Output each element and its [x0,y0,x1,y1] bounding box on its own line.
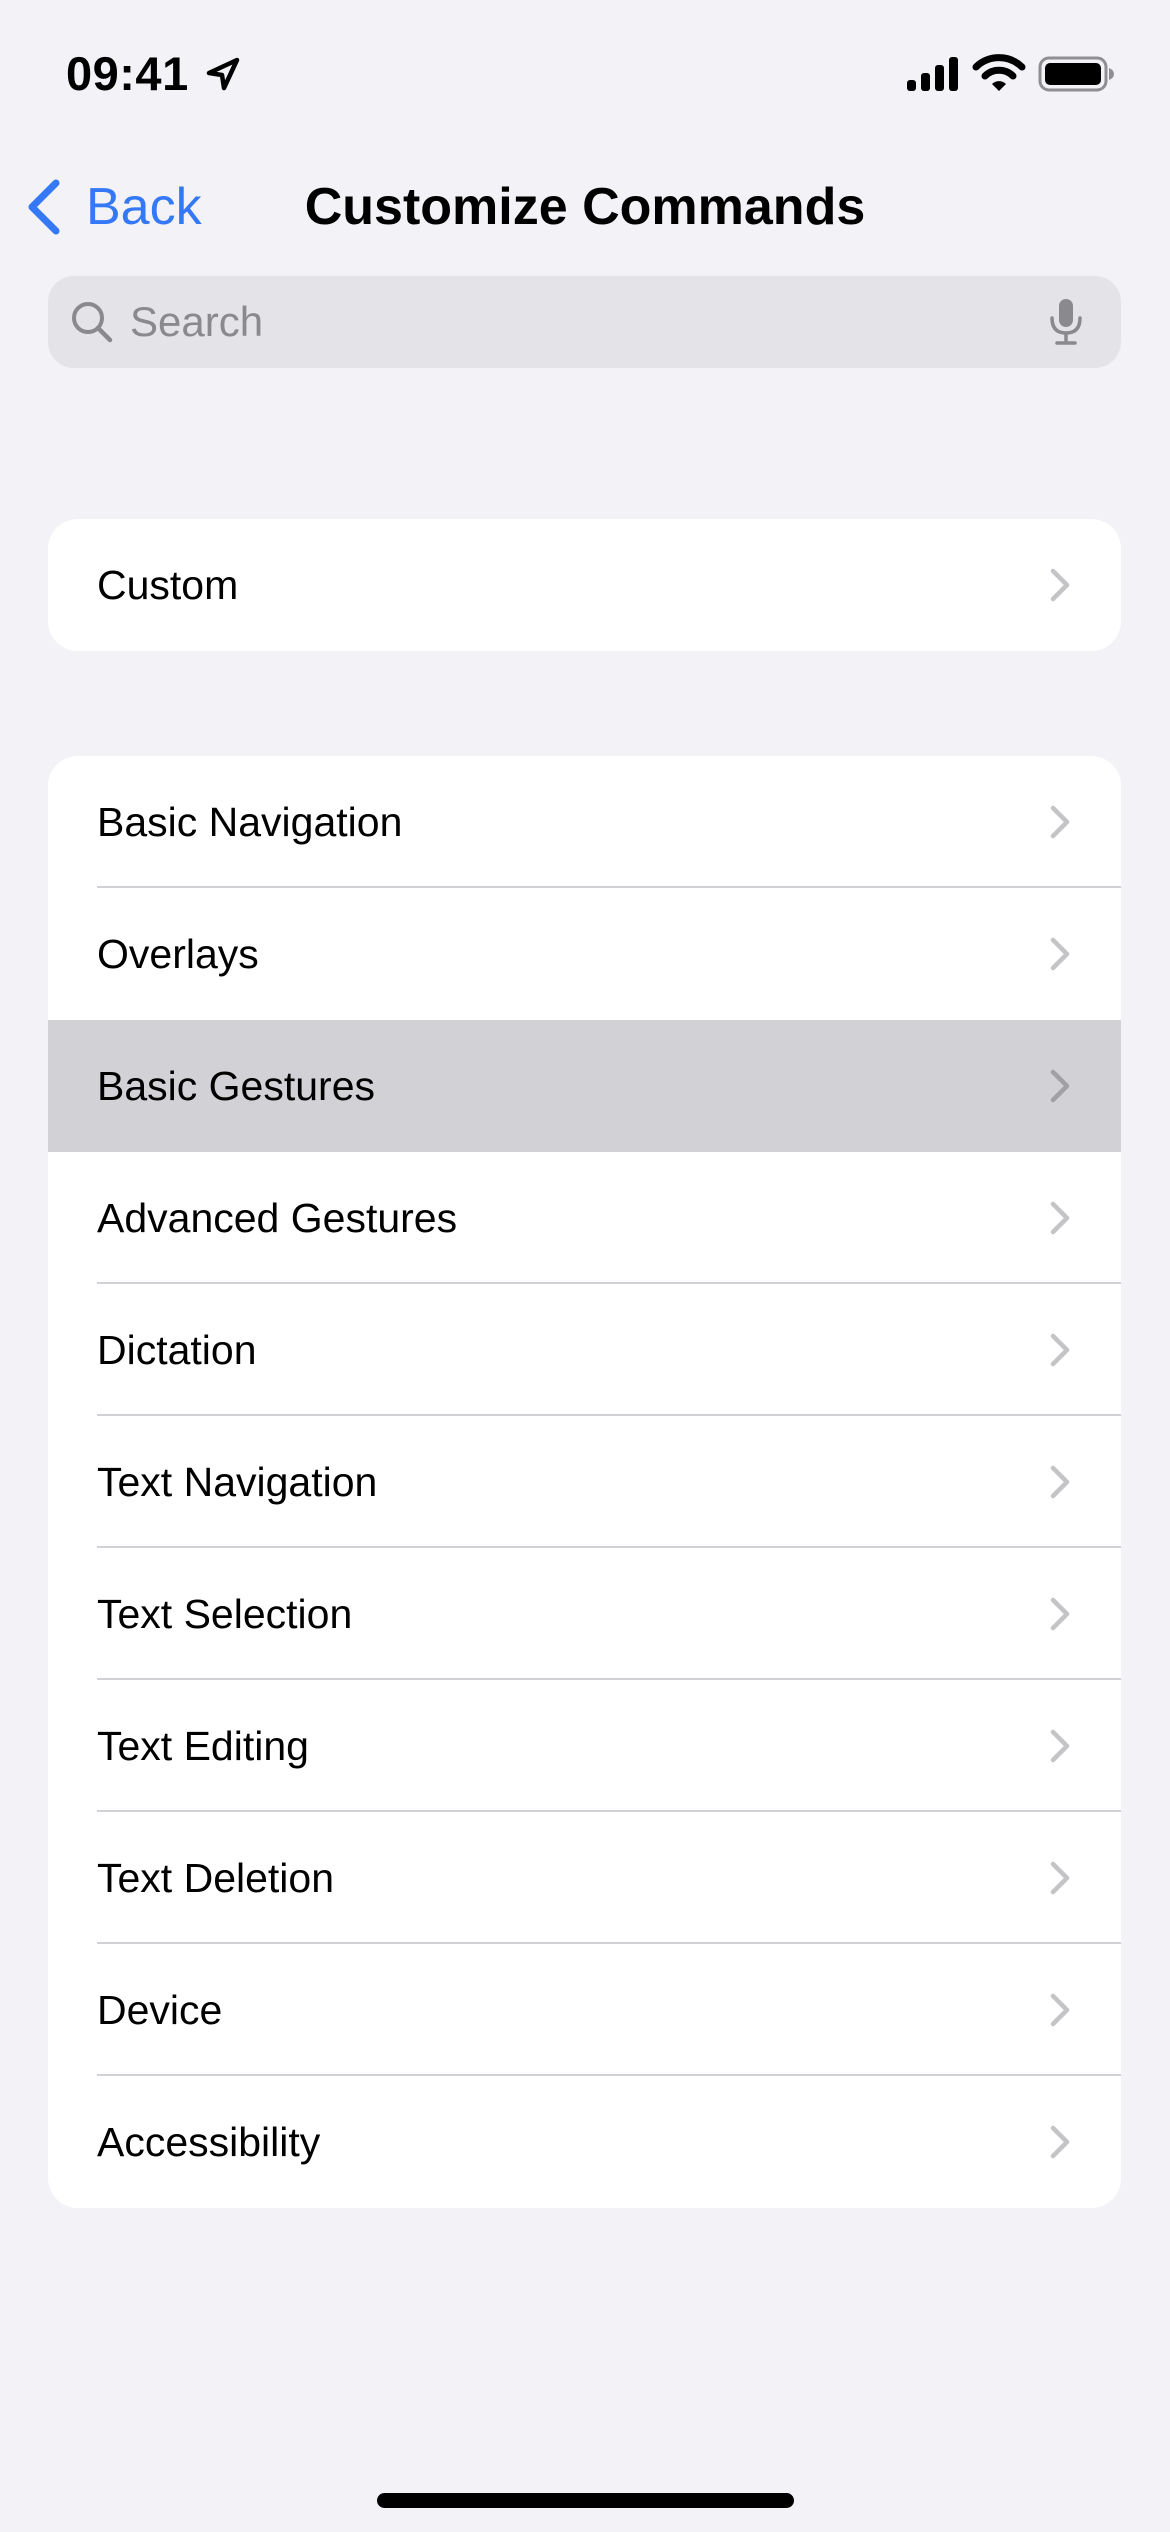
row-label: Advanced Gestures [97,1195,458,1241]
row-label: Basic Gestures [97,1063,375,1109]
list-item-text-deletion[interactable]: Text Deletion [48,1812,1121,1944]
row-label: Text Editing [97,1723,309,1769]
list-item-dictation[interactable]: Dictation [48,1284,1121,1416]
chevron-right-icon [1050,1993,1070,2027]
chevron-right-icon [1050,1069,1070,1103]
chevron-right-icon [1050,2125,1070,2159]
row-label: Device [97,1987,223,2033]
list-item-text-navigation[interactable]: Text Navigation [48,1416,1121,1548]
location-arrow-icon [206,57,240,91]
list-item-text-selection[interactable]: Text Selection [48,1548,1121,1680]
row-label: Basic Navigation [97,799,403,845]
chevron-right-icon [1050,1729,1070,1763]
row-label: Accessibility [97,2119,321,2165]
chevron-right-icon [1050,1333,1070,1367]
chevron-right-icon [1050,1201,1070,1235]
row-label: Dictation [97,1327,257,1373]
wifi-icon [972,54,1026,91]
search-input[interactable] [130,292,1049,352]
list-item-overlays[interactable]: Overlays [48,888,1121,1020]
list-item-text-editing[interactable]: Text Editing [48,1680,1121,1812]
screen: 09:41 Back Customize Commands Search Cus… [0,0,1170,2532]
row-label: Text Selection [97,1591,353,1637]
chevron-right-icon [1050,937,1070,971]
search-bar[interactable] [48,276,1121,368]
status-time: 09:41 [66,47,189,100]
page-title: Customize Commands [304,178,866,236]
list-item-accessibility[interactable]: Accessibility [48,2076,1121,2208]
list-item-advanced-gestures[interactable]: Advanced Gestures [48,1152,1121,1284]
list-item-custom[interactable]: Custom [48,519,1121,651]
row-label: Overlays [97,931,259,977]
command-categories-section: Basic Navigation Overlays Basic Gestures Ad… [48,756,1121,2208]
row-label: Text Navigation [97,1459,378,1505]
chevron-right-icon [1050,1861,1070,1895]
row-label: Text Deletion [97,1855,335,1901]
chevron-right-icon [1050,805,1070,839]
chevron-right-icon [1050,1465,1070,1499]
microphone-icon[interactable] [1049,298,1083,346]
custom-section: Custom [48,519,1121,651]
chevron-right-icon [1050,568,1070,602]
list-item-basic-navigation[interactable]: Basic Navigation [48,756,1121,888]
list-item-device[interactable]: Device [48,1944,1121,2076]
battery-icon [1038,56,1114,92]
cellular-signal-icon [907,57,958,91]
row-label: Custom [97,562,239,608]
chevron-right-icon [1050,1597,1070,1631]
search-icon [72,302,113,343]
home-indicator[interactable] [377,2493,794,2508]
list-item-basic-gestures[interactable]: Basic Gestures [48,1020,1121,1152]
